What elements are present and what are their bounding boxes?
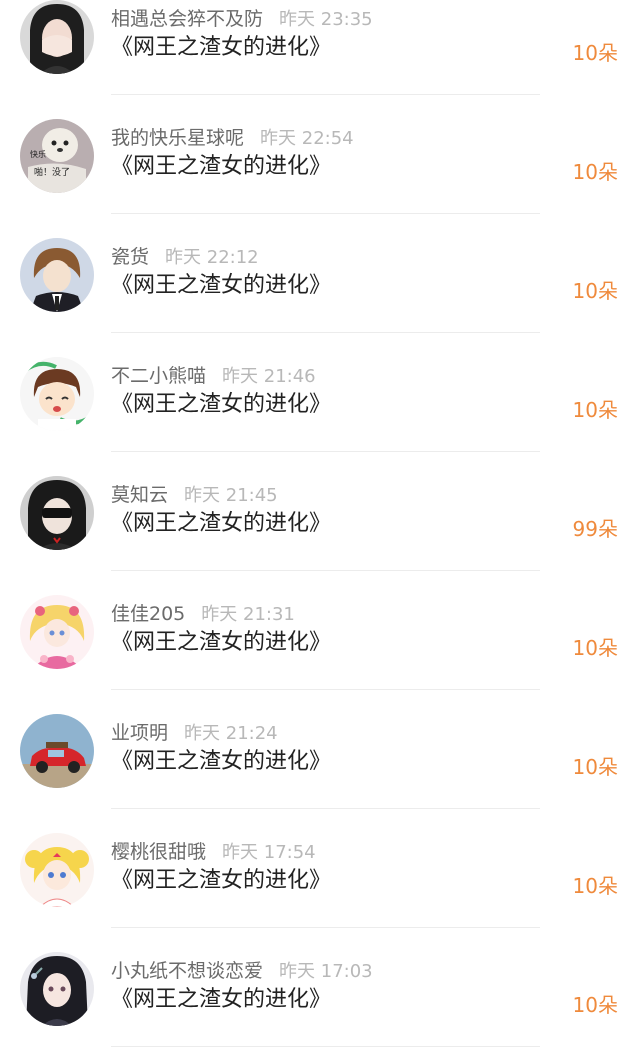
user-avatar[interactable] <box>20 833 94 907</box>
list-item[interactable]: 瓷货 昨天 22:12 《网王之渣女的进化》 10朵 <box>0 238 640 357</box>
name-line: 不二小熊喵 昨天 21:46 <box>111 363 316 389</box>
username[interactable]: 我的快乐星球呢 <box>111 127 244 149</box>
timestamp: 昨天 21:24 <box>184 723 278 744</box>
book-title[interactable]: 《网王之渣女的进化》 <box>111 152 331 182</box>
book-title[interactable]: 《网王之渣女的进化》 <box>111 628 331 658</box>
gift-count: 99朵 <box>572 517 618 541</box>
name-line: 莫知云 昨天 21:45 <box>111 482 278 508</box>
username[interactable]: 不二小熊喵 <box>111 365 206 387</box>
timestamp: 昨天 21:45 <box>184 485 278 506</box>
timestamp: 昨天 23:35 <box>279 9 373 30</box>
list-item[interactable]: 业项明 昨天 21:24 《网王之渣女的进化》 10朵 <box>0 714 640 833</box>
user-avatar[interactable] <box>20 476 94 550</box>
timestamp: 昨天 21:31 <box>201 604 295 625</box>
gift-count: 10朵 <box>572 279 618 303</box>
divider <box>111 689 540 690</box>
gift-list: 相遇总会猝不及防 昨天 23:35 《网王之渣女的进化》 10朵 快乐 啪！没了 … <box>0 0 640 1054</box>
list-item[interactable]: 不二小熊喵 昨天 21:46 《网王之渣女的进化》 10朵 <box>0 357 640 476</box>
timestamp: 昨天 21:46 <box>222 366 316 387</box>
book-title[interactable]: 《网王之渣女的进化》 <box>111 509 331 539</box>
book-title[interactable]: 《网王之渣女的进化》 <box>111 866 331 896</box>
gift-count: 10朵 <box>572 41 618 65</box>
book-title[interactable]: 《网王之渣女的进化》 <box>111 747 331 777</box>
user-avatar[interactable] <box>20 238 94 312</box>
timestamp: 昨天 17:03 <box>279 961 373 982</box>
user-avatar[interactable] <box>20 0 94 74</box>
name-line: 佳佳205 昨天 21:31 <box>111 601 295 627</box>
book-title[interactable]: 《网王之渣女的进化》 <box>111 985 331 1015</box>
divider <box>111 94 540 95</box>
list-item[interactable]: 佳佳205 昨天 21:31 《网王之渣女的进化》 10朵 <box>0 595 640 714</box>
divider <box>111 570 540 571</box>
divider <box>111 927 540 928</box>
name-line: 瓷货 昨天 22:12 <box>111 244 259 270</box>
divider <box>111 213 540 214</box>
username[interactable]: 业项明 <box>111 722 168 744</box>
username[interactable]: 小丸纸不想谈恋爱 <box>111 960 263 982</box>
user-avatar[interactable]: 快乐 啪！没了 <box>20 119 94 193</box>
gift-count: 10朵 <box>572 160 618 184</box>
user-avatar[interactable] <box>20 595 94 669</box>
username[interactable]: 莫知云 <box>111 484 168 506</box>
name-line: 业项明 昨天 21:24 <box>111 720 278 746</box>
username[interactable]: 佳佳205 <box>111 603 185 625</box>
list-item[interactable]: 樱桃很甜哦 昨天 17:54 《网王之渣女的进化》 10朵 <box>0 833 640 952</box>
divider <box>111 332 540 333</box>
name-line: 樱桃很甜哦 昨天 17:54 <box>111 839 316 865</box>
name-line: 相遇总会猝不及防 昨天 23:35 <box>111 6 373 32</box>
list-item[interactable]: 莫知云 昨天 21:45 《网王之渣女的进化》 99朵 <box>0 476 640 595</box>
timestamp: 昨天 17:54 <box>222 842 316 863</box>
user-avatar[interactable] <box>20 714 94 788</box>
user-avatar[interactable] <box>20 357 94 431</box>
book-title[interactable]: 《网王之渣女的进化》 <box>111 33 331 63</box>
divider <box>111 1046 540 1047</box>
divider <box>111 451 540 452</box>
avatar-text: 快乐 <box>30 149 46 159</box>
timestamp: 昨天 22:54 <box>260 128 354 149</box>
timestamp: 昨天 22:12 <box>165 247 259 268</box>
list-item[interactable]: 快乐 啪！没了 我的快乐星球呢 昨天 22:54 《网王之渣女的进化》 10朵 <box>0 119 640 238</box>
gift-count: 10朵 <box>572 874 618 898</box>
book-title[interactable]: 《网王之渣女的进化》 <box>111 271 331 301</box>
name-line: 小丸纸不想谈恋爱 昨天 17:03 <box>111 958 373 984</box>
user-avatar[interactable] <box>20 952 94 1026</box>
username[interactable]: 樱桃很甜哦 <box>111 841 206 863</box>
book-title[interactable]: 《网王之渣女的进化》 <box>111 390 331 420</box>
divider <box>111 808 540 809</box>
name-line: 我的快乐星球呢 昨天 22:54 <box>111 125 354 151</box>
username[interactable]: 相遇总会猝不及防 <box>111 8 263 30</box>
list-item[interactable]: 相遇总会猝不及防 昨天 23:35 《网王之渣女的进化》 10朵 <box>0 0 640 119</box>
username[interactable]: 瓷货 <box>111 246 149 268</box>
gift-count: 10朵 <box>572 398 618 422</box>
gift-count: 10朵 <box>572 636 618 660</box>
avatar-text: 啪！没了 <box>34 166 70 178</box>
list-item[interactable]: 小丸纸不想谈恋爱 昨天 17:03 《网王之渣女的进化》 10朵 <box>0 952 640 1054</box>
gift-count: 10朵 <box>572 993 618 1017</box>
gift-count: 10朵 <box>572 755 618 779</box>
